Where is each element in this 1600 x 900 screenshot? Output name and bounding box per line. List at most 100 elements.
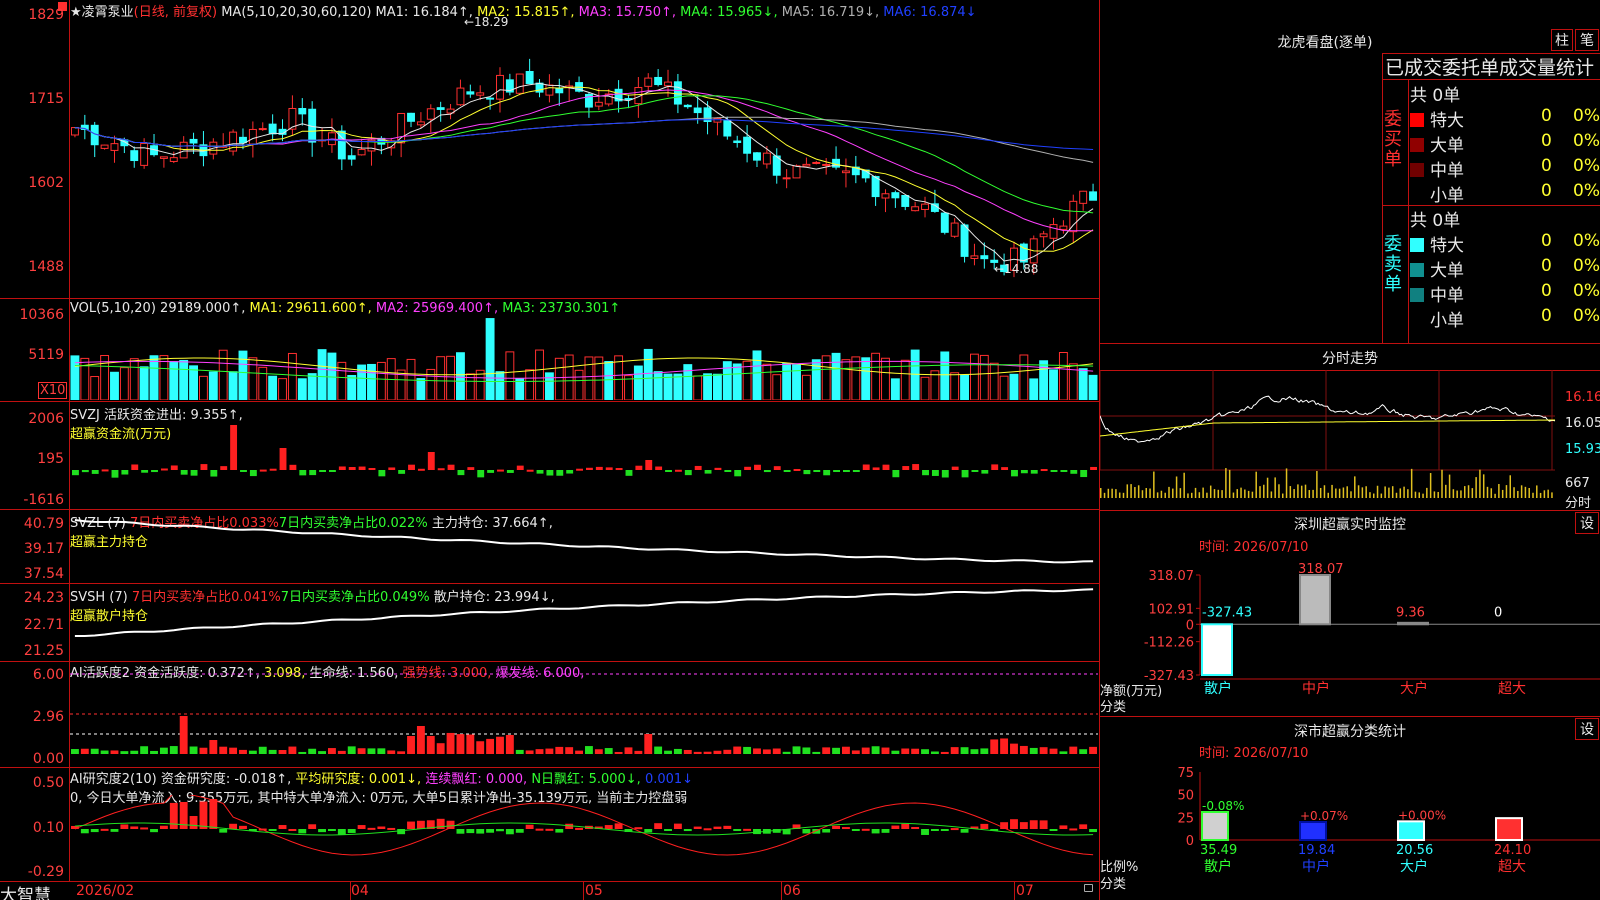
order-row: 大单	[1410, 131, 1464, 156]
flow-bar	[368, 468, 376, 471]
activity-bar	[525, 750, 534, 754]
stats-category-label: 超大	[1498, 859, 1526, 875]
candle-body	[555, 87, 564, 94]
capital-flow-chart[interactable]	[70, 420, 1098, 508]
volume-bar	[525, 369, 535, 400]
volume-bar	[841, 359, 851, 400]
order-percent: 0%	[1573, 131, 1600, 151]
intraday-volume-bar	[1410, 468, 1413, 498]
intraday-volume-bar	[1319, 487, 1322, 498]
bar-mode-button[interactable]: 柱	[1551, 29, 1573, 51]
activity-bar	[624, 747, 633, 754]
intraday-volume-bar	[1327, 492, 1329, 498]
panel-divider	[0, 401, 1100, 402]
activity-bar	[871, 746, 880, 754]
monitor-category-label: 超大	[1498, 681, 1526, 697]
activity-bar	[515, 749, 524, 754]
research-bar	[921, 829, 929, 835]
candle-body	[1039, 233, 1048, 238]
lhkp-tabs[interactable]: 已成交委托单成交量统计	[1385, 53, 1594, 80]
flow-bar	[220, 466, 228, 470]
sz-monitor-title: 深圳超赢实时监控	[1294, 517, 1406, 533]
lock-icon[interactable]	[1084, 884, 1093, 892]
intraday-volume-bar	[1191, 492, 1193, 498]
ai1-tick: 2.96	[32, 709, 64, 725]
chart-area[interactable]: ★凌霄泵业(日线, 前复权) MA(5,10,20,30,60,120) MA1…	[0, 0, 1100, 900]
retail-holding-chart[interactable]	[70, 584, 1098, 660]
ai-research-chart[interactable]	[70, 795, 1098, 881]
stats-change-label: -0.08%	[1202, 799, 1244, 813]
intraday-volume-bar	[1259, 486, 1261, 498]
research-bar	[1029, 820, 1038, 829]
ai2-d: N日飘红: 5.000↓,	[531, 772, 641, 787]
sz-stats-settings-button[interactable]: 设	[1575, 718, 1599, 740]
volume-bar	[268, 375, 278, 400]
intraday-volume-bar	[1228, 469, 1231, 498]
activity-bar	[110, 750, 119, 754]
monitor-tick: 0	[1186, 618, 1194, 633]
ai-activity-chart[interactable]	[70, 662, 1098, 766]
research-bar	[347, 829, 356, 833]
main-holding-line	[74, 519, 1094, 564]
monitor-bar	[1397, 621, 1429, 626]
sz-stats-chart[interactable]: 75 50 25 0 -0.08% 35.49散户 +0.07% 19.84中户 +0.00% 2…	[1100, 758, 1600, 900]
intraday-volume-bar	[1437, 491, 1439, 498]
intraday-volume-bar	[1551, 492, 1553, 498]
ma4-line	[74, 95, 1094, 214]
volume-bar	[297, 378, 307, 400]
activity-bar	[199, 747, 208, 754]
candle-body	[436, 107, 445, 110]
sz-monitor-settings-button[interactable]: 设	[1575, 512, 1599, 534]
stats-tick: 75	[1177, 766, 1194, 781]
ai2-tick: 0.50	[32, 775, 64, 791]
flow-bar	[674, 469, 682, 472]
intraday-volume-bar	[1270, 491, 1273, 498]
order-count: 0	[1541, 256, 1552, 276]
order-size-label: 特大	[1430, 111, 1464, 131]
candle-body	[871, 176, 880, 198]
intraday-volume-bar	[1232, 492, 1235, 498]
candle-body	[515, 73, 524, 94]
activity-bar	[209, 740, 218, 754]
volume-bar	[910, 349, 920, 400]
volume-bar	[1088, 374, 1098, 400]
activity-bar	[416, 726, 425, 754]
flow-bar	[694, 465, 702, 470]
activity-bar	[713, 750, 722, 754]
activity-bar	[733, 746, 742, 754]
flow-bar	[487, 470, 495, 473]
order-percent: 0%	[1573, 156, 1600, 176]
date-gridline	[583, 882, 584, 900]
research-bar	[387, 827, 396, 830]
research-bar	[911, 827, 920, 830]
research-bar	[397, 829, 406, 835]
intraday-volume-bar	[1448, 474, 1451, 498]
flow-bar	[684, 470, 692, 476]
activity-bar	[357, 748, 366, 754]
order-row: 小单	[1410, 306, 1464, 331]
sz-monitor-chart[interactable]: 318.07102.910-112.26-327.43-327.43散户318.…	[1100, 555, 1600, 715]
candle-body	[466, 91, 475, 95]
research-bar	[318, 829, 326, 833]
activity-bar	[664, 750, 672, 754]
color-swatch	[1410, 113, 1424, 127]
activity-bar	[268, 749, 277, 754]
intraday-chart[interactable]	[1100, 370, 1565, 510]
candlestick-chart[interactable]	[70, 16, 1098, 298]
stats-bar	[1397, 820, 1425, 841]
flow-bar	[101, 469, 109, 472]
main-holding-chart[interactable]	[70, 510, 1098, 582]
flow-bar	[299, 470, 307, 476]
flow-bar	[289, 464, 297, 470]
tick-mode-button[interactable]: 笔	[1575, 29, 1599, 51]
intraday-price-lo: 15.93	[1565, 442, 1600, 457]
volume-bar	[792, 364, 801, 400]
flow-bar	[348, 467, 356, 470]
flow-bar	[388, 467, 396, 470]
svzl-tick: 39.17	[23, 541, 64, 557]
panel-divider	[0, 298, 1100, 299]
flow-bar	[1011, 470, 1018, 477]
volume-chart[interactable]	[70, 316, 1098, 400]
intraday-volume-bar	[1164, 492, 1166, 498]
candle-body	[950, 222, 959, 237]
